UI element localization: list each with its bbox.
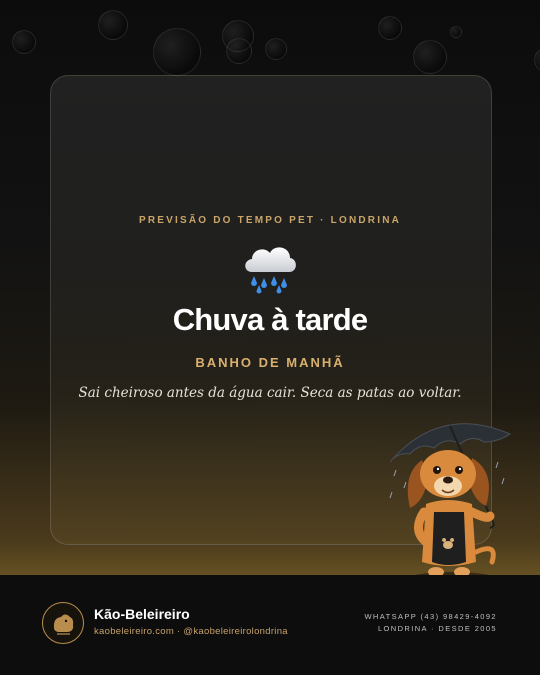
bubble-decoration — [265, 38, 287, 60]
brand-name: Kão-Beleireiro — [94, 606, 190, 622]
forecast-kicker: PREVISÃO DO TEMPO PET · LONDRINA — [138, 215, 402, 226]
forecast-subtitle: BANHO DE MANHÃ — [195, 355, 345, 370]
bubble-decoration — [226, 38, 252, 64]
forecast-description: Sai cheiroso antes da água cair. Seca as… — [78, 385, 462, 401]
bubble-decoration — [12, 30, 36, 54]
page: PREVISÃO DO TEMPO PET · LONDRINA Chuva à… — [0, 0, 540, 675]
contact-whatsapp[interactable]: WHATSAPP (43) 98429-4092 — [364, 612, 497, 621]
brand-links[interactable]: kaobeleireiro.com · @kaobeleireirolondri… — [94, 626, 288, 637]
forecast-title: Chuva à tarde — [172, 302, 368, 337]
bubble-decoration — [413, 40, 447, 74]
rain-cloud-icon — [245, 247, 296, 294]
bubble-decoration — [98, 10, 128, 40]
contact-location: LONDRINA · DESDE 2005 — [377, 624, 497, 633]
bubble-decoration — [534, 48, 540, 72]
bubble-decoration — [153, 28, 201, 76]
bubble-decoration — [378, 16, 402, 40]
dog-with-umbrella-icon — [389, 423, 512, 584]
dog-logo-icon — [42, 602, 84, 644]
bubble-decoration — [450, 26, 462, 38]
